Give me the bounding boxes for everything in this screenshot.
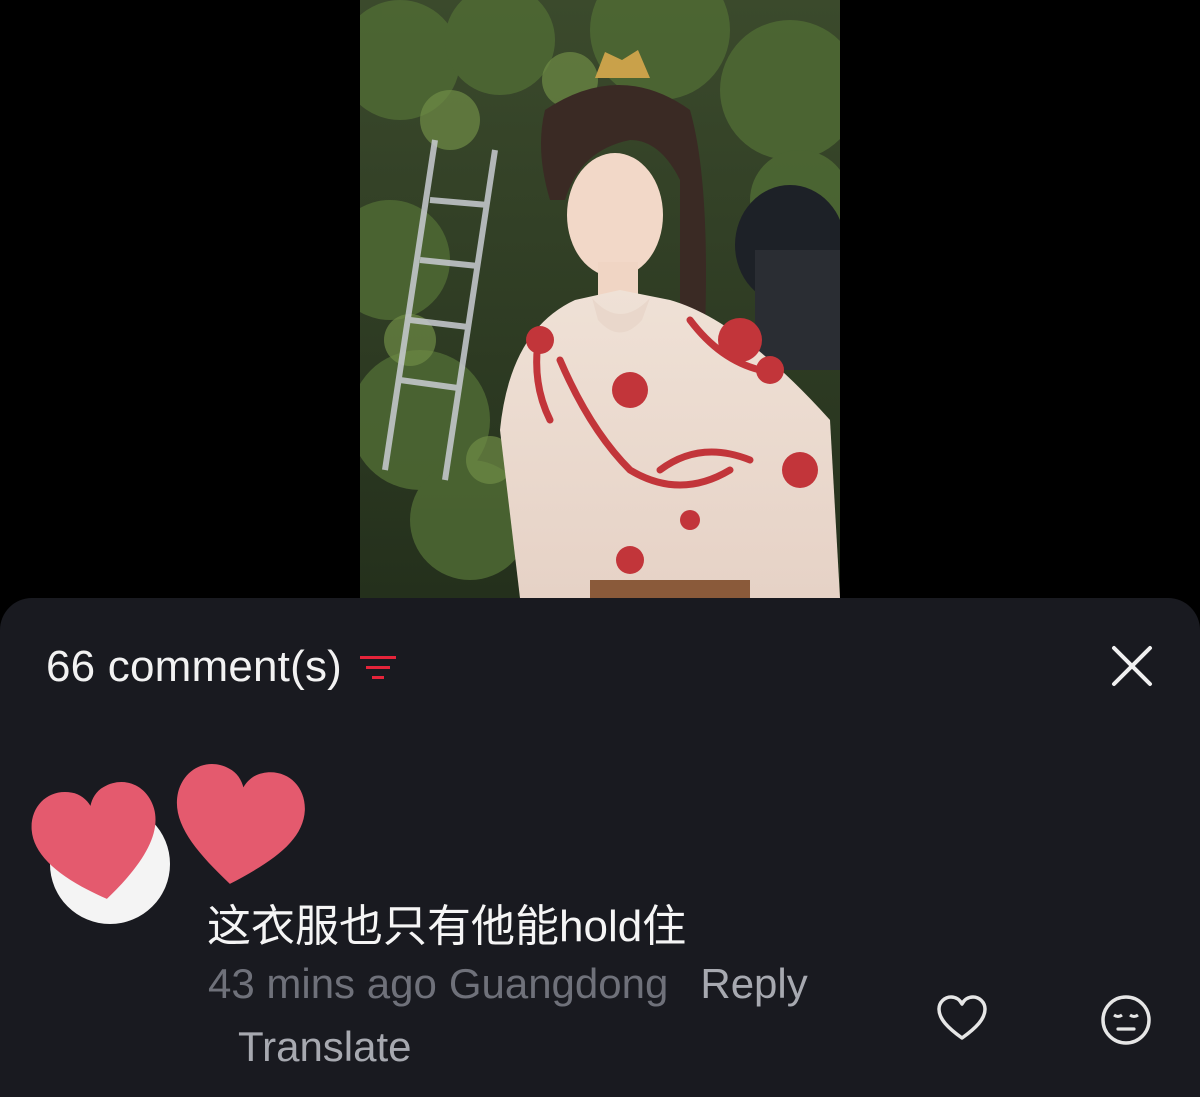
reply-button[interactable]: Reply — [700, 960, 807, 1008]
close-icon — [1112, 646, 1152, 686]
comment-text: 这衣服也只有他能hold住 — [207, 902, 687, 951]
heart-sticker-icon — [176, 764, 305, 884]
heart-sticker-icon — [31, 782, 156, 899]
emoji-face-icon — [1101, 995, 1151, 1045]
like-button[interactable] — [936, 994, 988, 1042]
comment-location: Guangdong — [448, 960, 669, 1007]
post-photo[interactable] — [360, 0, 840, 598]
translate-button[interactable]: Translate — [238, 1023, 412, 1071]
comments-header: 66 comment(s) — [46, 642, 398, 692]
comments-sheet: 66 comment(s) no 这衣服也只有他能hold住 43 mins a… — [0, 598, 1200, 1097]
comment-time: 43 mins ago — [208, 960, 437, 1007]
filter-sort-icon[interactable] — [358, 651, 398, 683]
comment-count: 66 comment(s) — [46, 642, 343, 691]
comment-meta: 43 mins ago Guangdong Reply — [208, 960, 808, 1008]
close-button[interactable] — [1110, 644, 1154, 688]
heart-outline-icon — [937, 995, 987, 1040]
emoji-reaction-button[interactable] — [1100, 994, 1152, 1046]
